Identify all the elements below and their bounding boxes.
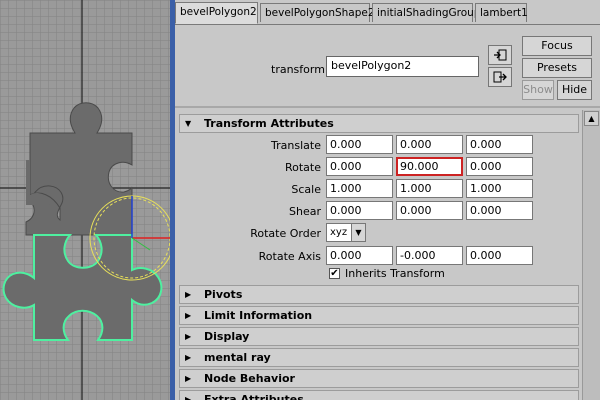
shear-xz-field[interactable]: 0.000 [396, 201, 463, 220]
expand-triangle-icon: ▶ [185, 332, 192, 341]
rotate-axis-label: Rotate Axis [258, 250, 321, 263]
rotate-order-label: Rotate Order [250, 227, 321, 240]
dropdown-arrow-icon: ▼ [351, 224, 365, 241]
section-node-behavior[interactable]: ▶ Node Behavior [179, 369, 579, 388]
section-title: mental ray [204, 351, 271, 364]
section-limit-information[interactable]: ▶ Limit Information [179, 306, 579, 325]
copy-tab-button[interactable] [488, 67, 512, 87]
expand-triangle-icon: ▶ [185, 290, 192, 299]
transform-label: transform: [271, 63, 329, 76]
expand-triangle-icon: ▶ [185, 311, 192, 320]
section-display[interactable]: ▶ Display [179, 327, 579, 346]
scale-label: Scale [291, 183, 321, 196]
section-title: Node Behavior [204, 372, 295, 385]
translate-y-field[interactable]: 0.000 [396, 135, 463, 154]
rotate-axis-y-field[interactable]: -0.000 [396, 246, 463, 265]
tab-lambert1[interactable]: lambert1 [475, 3, 528, 22]
scale-y-field[interactable]: 1.000 [396, 179, 463, 198]
scale-x-field[interactable]: 1.000 [326, 179, 393, 198]
rotate-order-select[interactable]: xyz ▼ [326, 223, 366, 242]
header-separator [175, 106, 600, 108]
node-header: transform: bevelPolygon2 Focus Presets S… [175, 25, 600, 107]
rotate-z-field[interactable]: 0.000 [466, 157, 533, 176]
viewport-panel[interactable] [0, 0, 170, 400]
attribute-editor: bevelPolygon2 bevelPolygonShape2 initial… [175, 0, 600, 400]
show-button[interactable]: Show [522, 80, 554, 100]
tab-bevelpolygonshape2[interactable]: bevelPolygonShape2 [260, 3, 375, 22]
rotate-label: Rotate [284, 161, 321, 174]
rotate-axis-x-field[interactable]: 0.000 [326, 246, 393, 265]
inherits-transform-label: Inherits Transform [345, 267, 445, 280]
section-extra-attributes[interactable]: ▶ Extra Attributes [179, 390, 579, 400]
rotate-order-value: xyz [330, 227, 348, 238]
copy-tab-icon [493, 71, 507, 83]
expand-triangle-icon: ▶ [185, 395, 192, 400]
expand-triangle-icon: ▶ [185, 353, 192, 362]
focus-button[interactable]: Focus [522, 36, 592, 56]
rotate-y-field[interactable]: 90.000 [396, 157, 463, 176]
select-node-icon [494, 49, 507, 61]
shear-xy-field[interactable]: 0.000 [326, 201, 393, 220]
translate-label: Translate [271, 139, 321, 152]
section-pivots[interactable]: ▶ Pivots [179, 285, 579, 304]
hide-button[interactable]: Hide [557, 80, 592, 100]
section-title: Extra Attributes [204, 393, 304, 400]
collapse-triangle-icon: ▼ [185, 119, 192, 128]
section-title: Transform Attributes [204, 117, 334, 130]
viewport-canvas[interactable] [0, 0, 170, 400]
presets-button[interactable]: Presets [522, 58, 592, 78]
attribute-scrollbar[interactable]: ▲ [582, 110, 600, 400]
shear-label: Shear [289, 205, 321, 218]
expand-triangle-icon: ▶ [185, 374, 192, 383]
node-tabs: bevelPolygon2 bevelPolygonShape2 initial… [175, 0, 600, 25]
section-transform-attributes[interactable]: ▼ Transform Attributes [179, 114, 579, 133]
rotate-x-field[interactable]: 0.000 [326, 157, 393, 176]
shear-yz-field[interactable]: 0.000 [466, 201, 533, 220]
scale-z-field[interactable]: 1.000 [466, 179, 533, 198]
section-title: Limit Information [204, 309, 313, 322]
rotate-axis-z-field[interactable]: 0.000 [466, 246, 533, 265]
translate-x-field[interactable]: 0.000 [326, 135, 393, 154]
tab-bevelpolygon2[interactable]: bevelPolygon2 [175, 2, 258, 24]
section-title: Display [204, 330, 250, 343]
section-mental-ray[interactable]: ▶ mental ray [179, 348, 579, 367]
select-node-button[interactable] [488, 45, 512, 65]
attribute-panel: ▼ Transform Attributes Translate 0.000 0… [179, 110, 579, 400]
scroll-up-icon[interactable]: ▲ [584, 111, 599, 126]
translate-z-field[interactable]: 0.000 [466, 135, 533, 154]
section-title: Pivots [204, 288, 243, 301]
transform-name-field[interactable]: bevelPolygon2 [326, 56, 479, 77]
inherits-transform-checkbox[interactable]: ✔ [329, 268, 340, 279]
tab-initialshadinggroup[interactable]: initialShadingGroup [372, 3, 481, 22]
